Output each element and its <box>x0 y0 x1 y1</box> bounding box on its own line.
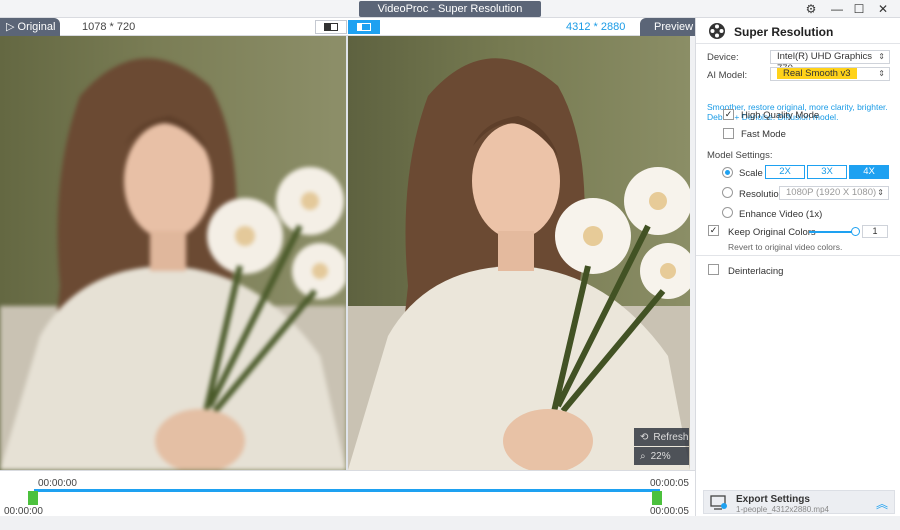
timeline-track[interactable] <box>34 489 660 492</box>
scale-2x-button[interactable]: 2X <box>765 165 805 179</box>
expand-up-icon[interactable]: ︽ <box>876 495 888 512</box>
scale-radio[interactable] <box>722 167 733 178</box>
panel-header: Super Resolution <box>696 18 900 44</box>
resolution-label: Resolution <box>739 189 784 200</box>
split-view-icon <box>324 23 338 31</box>
zoom-level: 22% <box>650 450 671 462</box>
preview-tab-label: Preview <box>654 21 694 33</box>
window-title: VideoProc - Super Resolution <box>359 1 541 17</box>
original-preview[interactable] <box>0 36 346 470</box>
output-image <box>348 58 690 470</box>
scale-3x-button[interactable]: 3X <box>807 165 847 179</box>
model-settings-label: Model Settings: <box>707 150 773 161</box>
zoom-button[interactable]: ⌕ 22% <box>634 447 689 465</box>
model-value: Real Smooth v3 <box>777 68 857 79</box>
film-reel-icon <box>709 23 725 39</box>
export-filename: 1-people_4312x2880.mp4 <box>736 505 829 514</box>
end-time-top: 00:00:05 <box>650 478 689 489</box>
minimize-icon[interactable]: — <box>826 1 848 17</box>
colors-slider-knob[interactable] <box>851 227 860 236</box>
title-bar: VideoProc - Super Resolution ⚙ — ☐ ✕ <box>0 0 900 18</box>
high-quality-label: High Quality Mode <box>741 110 820 121</box>
fast-mode-checkbox[interactable] <box>723 128 734 139</box>
refresh-button[interactable]: ⟲ Refresh <box>634 428 689 446</box>
zoom-icon: ⌕ <box>640 450 646 462</box>
output-dimensions: 4312 * 2880 <box>566 21 626 33</box>
trim-start-handle[interactable] <box>28 491 38 505</box>
settings-panel: Super Resolution Device: Intel(R) UHD Gr… <box>695 18 900 516</box>
trim-end-handle[interactable] <box>652 491 662 505</box>
panel-title: Super Resolution <box>734 25 834 39</box>
export-settings-bar[interactable]: Export Settings 1-people_4312x2880.mp4 ︽ <box>703 490 895 514</box>
separator <box>696 255 900 256</box>
resolution-value: 1080P (1920 X 1080) <box>786 187 877 198</box>
keep-colors-checkbox[interactable]: ✓ <box>708 225 719 236</box>
split-view-button[interactable] <box>315 20 347 34</box>
side-by-side-icon <box>357 23 371 31</box>
keep-colors-label: Keep Original Colors <box>728 227 816 238</box>
end-time-bottom: 00:00:05 <box>650 506 689 517</box>
high-quality-checkbox[interactable]: ✓ <box>723 109 734 120</box>
resolution-radio[interactable] <box>722 187 733 198</box>
refresh-icon: ⟲ <box>640 431 649 443</box>
start-time-bottom: 00:00:00 <box>4 506 43 517</box>
original-tab-label: Original <box>17 21 56 33</box>
model-select[interactable]: Real Smooth v3 ⇕ <box>770 67 890 81</box>
refresh-label: Refresh <box>653 431 689 443</box>
original-image <box>0 58 346 470</box>
side-by-side-button[interactable] <box>348 20 380 34</box>
enhance-video-radio[interactable] <box>722 207 733 218</box>
chevron-updown-icon: ⇕ <box>878 52 885 61</box>
model-label: AI Model: <box>707 70 748 81</box>
original-tab[interactable]: ▷ Original <box>0 18 60 36</box>
scale-4x-button[interactable]: 4X <box>849 165 889 179</box>
scale-label: Scale <box>739 168 763 179</box>
export-settings-title: Export Settings <box>736 494 810 505</box>
deinterlacing-label: Deinterlacing <box>728 266 784 277</box>
deinterlacing-checkbox[interactable] <box>708 264 719 275</box>
maximize-icon[interactable]: ☐ <box>848 1 870 17</box>
viewer-header: ▷ Original 1078 * 720 4312 * 2880 Previe… <box>0 18 695 51</box>
device-select[interactable]: Intel(R) UHD Graphics 770 ⇕ <box>770 50 890 74</box>
colors-slider-track[interactable] <box>809 231 854 233</box>
preview-tab[interactable]: Preview ⌕ <box>640 18 695 51</box>
original-dimensions: 1078 * 720 <box>82 21 136 33</box>
output-preview[interactable] <box>348 36 690 470</box>
settings-gear-icon[interactable]: ⚙ <box>800 1 822 17</box>
chevron-updown-icon: ⇕ <box>877 188 884 197</box>
chevron-updown-icon: ⇕ <box>878 69 885 78</box>
fast-mode-label: Fast Mode <box>741 129 786 140</box>
resolution-select[interactable]: 1080P (1920 X 1080) ⇕ <box>779 186 889 200</box>
start-time-top: 00:00:00 <box>38 478 77 489</box>
colors-value-input[interactable]: 1 <box>862 225 888 238</box>
timeline: 00:00:00 00:00:05 00:00:00 00:00:05 <box>0 470 695 517</box>
enhance-video-label: Enhance Video (1x) <box>739 209 823 220</box>
close-icon[interactable]: ✕ <box>872 1 894 17</box>
revert-hint: Revert to original video colors. <box>728 242 843 252</box>
device-label: Device: <box>707 52 739 63</box>
export-settings-icon <box>710 495 727 510</box>
